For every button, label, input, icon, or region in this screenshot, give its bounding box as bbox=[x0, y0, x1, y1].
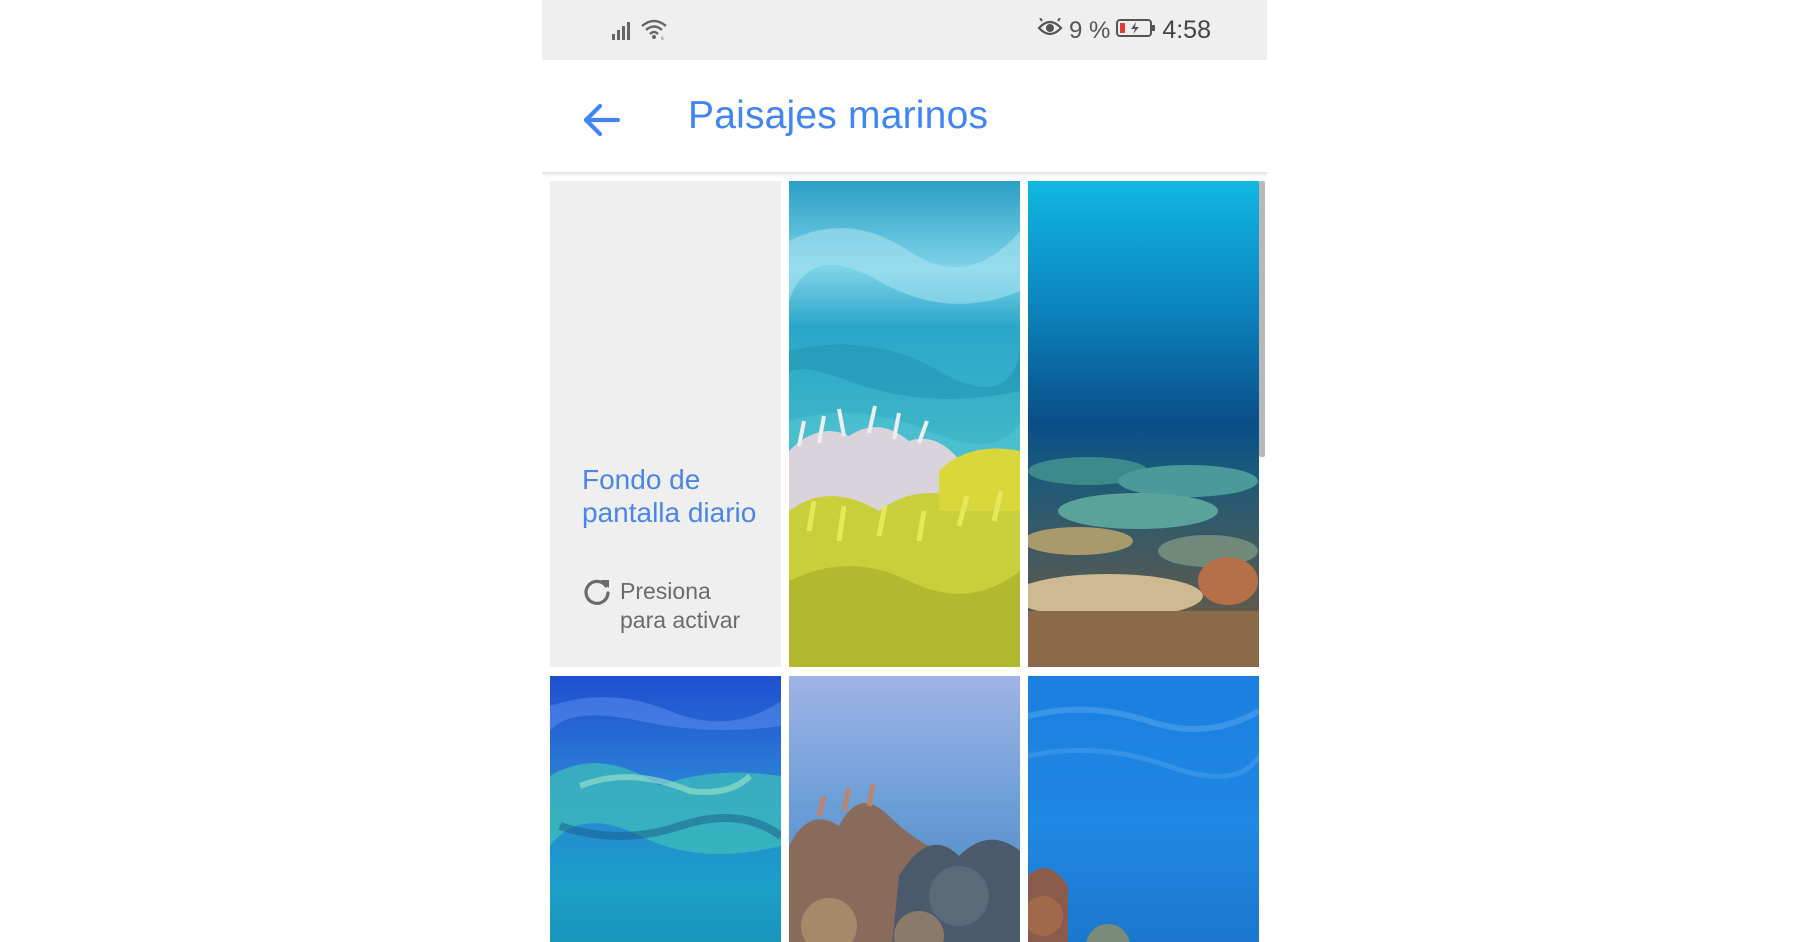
wifi-icon: ₆ bbox=[640, 18, 668, 45]
wallpaper-thumbnail[interactable] bbox=[1028, 676, 1259, 942]
app-bar: Paisajes marinos bbox=[542, 60, 1267, 174]
back-button[interactable] bbox=[578, 96, 626, 144]
battery-low-icon bbox=[1116, 17, 1156, 45]
daily-wallpaper-tile[interactable]: Fondo de pantalla diario Presiona para a… bbox=[550, 181, 781, 667]
wallpaper-thumbnail[interactable] bbox=[789, 181, 1020, 667]
daily-wallpaper-title: Fondo de pantalla diario bbox=[582, 464, 757, 528]
deep-blue-reef-image bbox=[1028, 181, 1259, 667]
status-bar: ₆ 9 % 4:58 bbox=[542, 0, 1267, 60]
daily-wallpaper-action: Presiona para activar bbox=[582, 577, 760, 635]
refresh-icon bbox=[584, 579, 610, 605]
scrollbar[interactable] bbox=[1259, 181, 1265, 457]
clock: 4:58 bbox=[1162, 16, 1211, 44]
light-blue-coral-image bbox=[789, 676, 1020, 942]
open-blue-water-image bbox=[1028, 676, 1259, 942]
arrow-left-icon bbox=[583, 103, 621, 137]
daily-wallpaper-subtitle: Presiona para activar bbox=[620, 578, 741, 633]
wallpaper-grid: Fondo de pantalla diario Presiona para a… bbox=[550, 181, 1260, 942]
status-bar-left: ₆ bbox=[612, 18, 668, 45]
wallpaper-thumbnail[interactable] bbox=[1028, 181, 1259, 667]
coral-reef-image bbox=[789, 181, 1020, 667]
phone-screen: ₆ 9 % 4:58 Paisajes marinos Fondo de pan… bbox=[542, 0, 1267, 942]
battery-percent: 9 % bbox=[1068, 16, 1111, 44]
eye-comfort-icon bbox=[1037, 16, 1063, 45]
signal-icon bbox=[612, 20, 634, 45]
wallpaper-thumbnail[interactable] bbox=[789, 676, 1020, 942]
wallpaper-thumbnail[interactable] bbox=[550, 676, 781, 942]
blue-surface-reef-image bbox=[550, 676, 781, 942]
page-title: Paisajes marinos bbox=[688, 94, 989, 137]
svg-text:₆: ₆ bbox=[661, 34, 664, 40]
status-bar-right: 9 % 4:58 bbox=[1037, 16, 1211, 45]
